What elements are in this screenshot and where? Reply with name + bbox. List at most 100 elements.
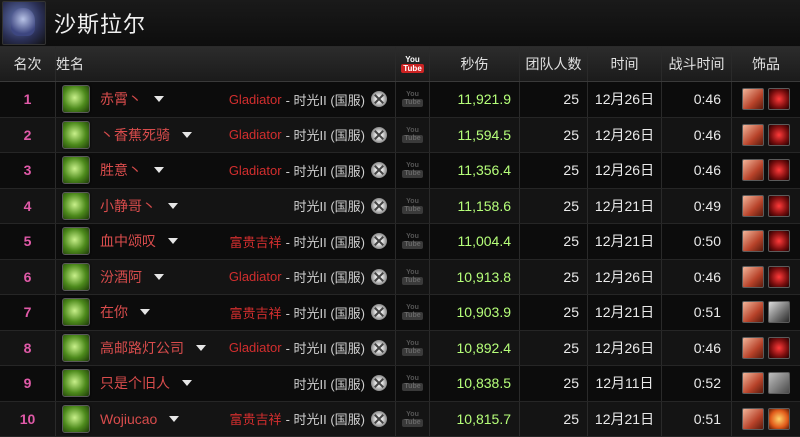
youtube-icon[interactable]: You Tube (403, 336, 423, 360)
player-name-link[interactable]: 汾酒阿 (100, 267, 142, 287)
armory-x-icon[interactable] (371, 233, 387, 249)
youtube-icon[interactable]: You Tube (403, 229, 423, 253)
realm-name: - 时光II (国服) (286, 303, 365, 322)
guild-name-link[interactable]: 富贵吉祥 (230, 232, 282, 251)
header-rank[interactable]: 名次 (0, 47, 56, 81)
youtube-icon[interactable]: You Tube (403, 87, 423, 111)
player-name-link[interactable]: 只是个旧人 (100, 373, 170, 393)
armory-x-icon[interactable] (371, 91, 387, 107)
header-raid-size[interactable]: 团队人数 (520, 47, 588, 81)
header-date[interactable]: 时间 (588, 47, 662, 81)
armory-x-icon[interactable] (371, 198, 387, 214)
frost-spec-icon (62, 121, 90, 149)
realm-name: - 时光II (国服) (286, 90, 365, 109)
armory-x-icon[interactable] (371, 269, 387, 285)
realm-name: - 时光II (国服) (286, 338, 365, 357)
trinket-2-icon[interactable] (768, 88, 790, 110)
youtube-icon[interactable]: You Tube (403, 265, 423, 289)
armory-x-icon[interactable] (371, 127, 387, 143)
chevron-down-icon[interactable] (196, 345, 206, 351)
chevron-down-icon[interactable] (182, 132, 192, 138)
table-row: 8 高邮路灯公司 Gladiator - 时光II (国服) You Tube … (0, 331, 800, 367)
youtube-icon[interactable]: You Tube (403, 123, 423, 147)
name-cell: 只是个旧人 时光II (国服) (56, 366, 396, 401)
player-name-link[interactable]: 血中颂叹 (100, 231, 156, 251)
armory-x-icon[interactable] (371, 411, 387, 427)
youtube-icon[interactable]: You Tube (403, 158, 423, 182)
youtube-icon[interactable]: You Tube (403, 407, 423, 431)
guild-name-link[interactable]: Gladiator (229, 127, 282, 142)
trinket-1-icon[interactable] (742, 88, 764, 110)
trinket-1-icon[interactable] (742, 124, 764, 146)
chevron-down-icon[interactable] (154, 274, 164, 280)
guild-name-link[interactable]: Gladiator (229, 269, 282, 284)
youtube-tube: Tube (402, 348, 422, 356)
trinket-1-icon[interactable] (742, 159, 764, 181)
player-name-link[interactable]: 丶香蕉死骑 (100, 125, 170, 145)
trinket-1-icon[interactable] (742, 266, 764, 288)
player-name-link[interactable]: 高邮路灯公司 (100, 338, 184, 358)
trinket-2-icon[interactable] (768, 266, 790, 288)
trinket-2-icon[interactable] (768, 408, 790, 430)
duration-value: 0:51 (662, 295, 732, 330)
chevron-down-icon[interactable] (154, 167, 164, 173)
trinket-2-icon[interactable] (768, 195, 790, 217)
player-name-link[interactable]: Wojiucao (100, 411, 157, 427)
youtube-icon: You Tube (402, 51, 424, 77)
header-name[interactable]: 姓名 (56, 47, 396, 81)
player-name-link[interactable]: 在你 (100, 302, 128, 322)
trinket-2-icon[interactable] (768, 372, 790, 394)
chevron-down-icon[interactable] (154, 96, 164, 102)
guild-name-link[interactable]: Gladiator (229, 92, 282, 107)
duration-value: 0:50 (662, 224, 732, 259)
armory-x-icon[interactable] (371, 340, 387, 356)
trinket-1-icon[interactable] (742, 195, 764, 217)
name-cell: 高邮路灯公司 Gladiator - 时光II (国服) (56, 331, 396, 366)
youtube-you: You (406, 162, 419, 170)
chevron-down-icon[interactable] (168, 203, 178, 209)
trinket-2-icon[interactable] (768, 337, 790, 359)
header-dps[interactable]: 秒伤 (430, 47, 520, 81)
raid-size-value: 25 (520, 189, 588, 224)
table-row: 4 小静哥丶 时光II (国服) You Tube 11,158.6 25 12… (0, 189, 800, 225)
chevron-down-icon[interactable] (168, 238, 178, 244)
armory-x-icon[interactable] (371, 162, 387, 178)
trinket-1-icon[interactable] (742, 372, 764, 394)
armory-x-icon[interactable] (371, 375, 387, 391)
trinket-1-icon[interactable] (742, 301, 764, 323)
trinket-1-icon[interactable] (742, 230, 764, 252)
guild-name-link[interactable]: 富贵吉祥 (230, 303, 282, 322)
trinket-2-icon[interactable] (768, 124, 790, 146)
chevron-down-icon[interactable] (140, 309, 150, 315)
trinket-2-icon[interactable] (768, 230, 790, 252)
header-duration[interactable]: 战斗时间 (662, 47, 732, 81)
youtube-tube: Tube (402, 241, 422, 249)
rank-number: 9 (24, 375, 32, 391)
trinkets-cell (732, 366, 800, 401)
trinket-1-icon[interactable] (742, 408, 764, 430)
guild-name-link[interactable]: Gladiator (229, 163, 282, 178)
player-name-link[interactable]: 小静哥丶 (100, 196, 156, 216)
trinket-1-icon[interactable] (742, 337, 764, 359)
guild-realm: Gladiator - 时光II (国服) (229, 118, 387, 153)
trinket-2-icon[interactable] (768, 301, 790, 323)
realm-name: 时光II (国服) (294, 196, 366, 215)
youtube-icon[interactable]: You Tube (403, 194, 423, 218)
name-cell: 小静哥丶 时光II (国服) (56, 189, 396, 224)
frost-spec-icon (62, 156, 90, 184)
guild-name-link[interactable]: Gladiator (229, 340, 282, 355)
youtube-icon[interactable]: You Tube (403, 300, 423, 324)
guild-realm: 时光II (国服) (290, 366, 388, 401)
chevron-down-icon[interactable] (169, 416, 179, 422)
youtube-icon[interactable]: You Tube (403, 371, 423, 395)
armory-x-icon[interactable] (371, 304, 387, 320)
rank-number: 7 (24, 304, 32, 320)
player-name-link[interactable]: 赤霄丶 (100, 89, 142, 109)
player-name-link[interactable]: 胜意丶 (100, 160, 142, 180)
guild-name-link[interactable]: 富贵吉祥 (230, 409, 282, 428)
youtube-cell: You Tube (396, 189, 430, 224)
date-value: 12月21日 (588, 295, 662, 330)
chevron-down-icon[interactable] (182, 380, 192, 386)
header-trinkets: 饰品 (732, 47, 800, 81)
trinket-2-icon[interactable] (768, 159, 790, 181)
